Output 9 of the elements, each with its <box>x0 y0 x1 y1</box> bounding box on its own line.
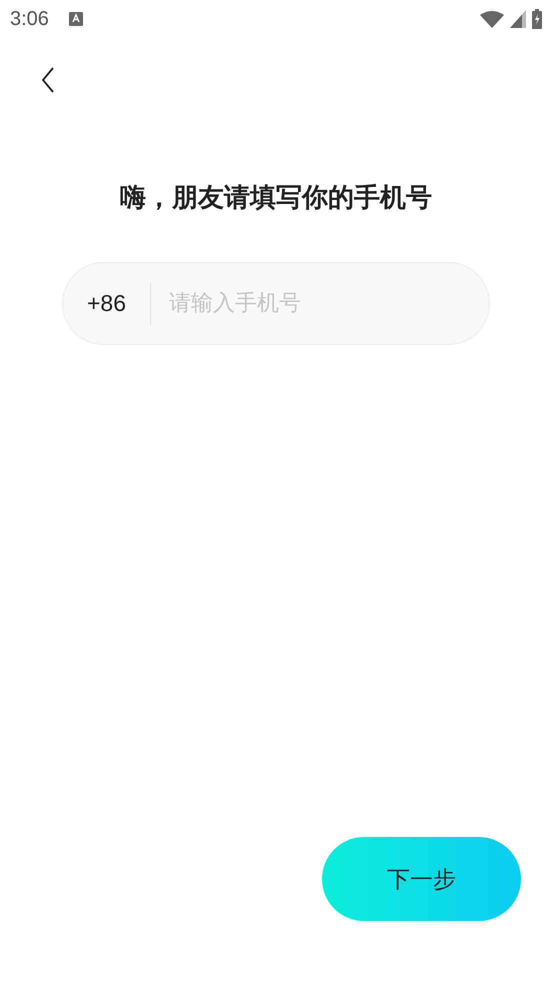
keyboard-icon <box>68 12 83 26</box>
page-title: 嗨，朋友请填写你的手机号 <box>119 182 433 215</box>
wifi-icon <box>480 10 504 28</box>
battery-icon <box>532 9 542 29</box>
back-icon[interactable] <box>41 67 55 93</box>
country-code[interactable]: +86 <box>87 290 126 317</box>
status-time: 3:06 <box>10 8 49 30</box>
next-button[interactable]: 下一步 <box>322 837 521 921</box>
signal-icon <box>510 10 526 28</box>
